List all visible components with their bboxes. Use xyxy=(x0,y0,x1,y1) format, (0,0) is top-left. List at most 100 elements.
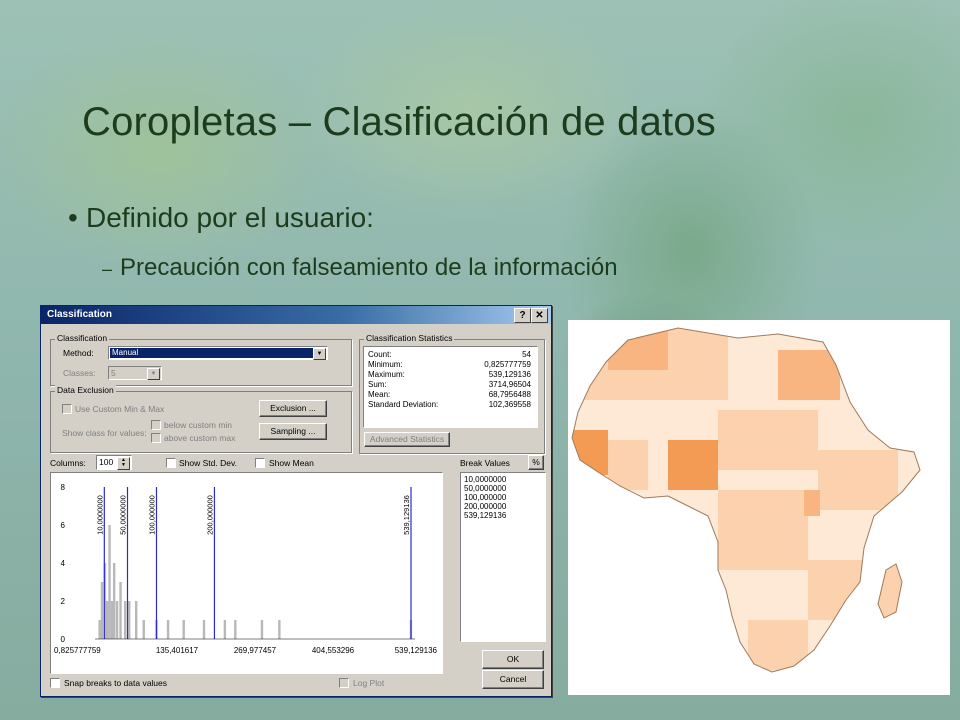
break-value-item[interactable]: 50,0000000 xyxy=(461,484,545,493)
custom-minmax-checkbox[interactable] xyxy=(62,404,72,414)
histogram-chart[interactable]: 0 2 4 6 8 10,0000000 50,0000000 100,000000 200,0… xyxy=(51,473,442,673)
columns-spinner[interactable]: 100 ▲ ▼ xyxy=(96,455,132,470)
advanced-statistics-button[interactable]: Advanced Statistics xyxy=(364,432,450,447)
region-sahel xyxy=(718,410,818,470)
show-std-label: Show Std. Dev. xyxy=(179,458,237,468)
log-plot-checkbox[interactable] xyxy=(339,678,349,688)
snap-breaks-label: Snap breaks to data values xyxy=(64,678,168,688)
show-class-label: Show class for values: xyxy=(62,428,147,438)
histogram-bar xyxy=(119,582,122,639)
break-value-item[interactable]: 100,000000 xyxy=(461,493,545,502)
break-line-label: 50,0000000 xyxy=(119,495,128,535)
y-tick-label: 0 xyxy=(61,635,66,644)
subbullet-caution: – Precaución con falseamiento de la infor… xyxy=(102,254,618,282)
exclusion-button[interactable]: Exclusion ... xyxy=(259,400,327,417)
break-line-label: 539,129136 xyxy=(402,495,411,535)
method-value: Manual xyxy=(110,348,313,358)
x-tick-label: 269,977457 xyxy=(234,646,277,655)
classification-group-label: Classification xyxy=(55,333,110,343)
show-mean-checkbox[interactable] xyxy=(255,458,265,468)
statistics-box: Count: 54 Minimum: 0,825777759 Maximum: 539… xyxy=(363,346,538,428)
x-tick-label: 539,129136 xyxy=(395,646,438,655)
stat-mean: Mean: 68,7956488 xyxy=(368,390,531,399)
break-values-label: Break Values xyxy=(460,458,510,468)
cancel-button[interactable]: Cancel xyxy=(482,670,544,689)
classes-value: 5 xyxy=(111,368,116,378)
break-value-item[interactable]: 10,0000000 xyxy=(461,475,545,484)
statistics-group-label: Classification Statistics xyxy=(364,333,455,343)
histogram-bar xyxy=(223,620,227,639)
classification-dialog: Classification ? ✕ Classification Method… xyxy=(40,305,552,697)
y-tick-label: 4 xyxy=(61,559,66,568)
region-central xyxy=(718,490,808,570)
classes-select[interactable]: 5 ▼ xyxy=(108,366,162,380)
spin-arrows-icon[interactable]: ▲ ▼ xyxy=(117,457,130,470)
histogram-bar xyxy=(142,620,145,639)
subbullet-text: Precaución con falseamiento de la inform… xyxy=(120,254,618,281)
show-std-checkbox[interactable] xyxy=(166,458,176,468)
break-line-label: 200,000000 xyxy=(205,495,214,535)
histogram-bar xyxy=(110,601,114,639)
stat-maximum: Maximum: 539,129136 xyxy=(368,370,531,379)
y-tick-label: 6 xyxy=(61,521,66,530)
y-tick-label: 2 xyxy=(61,597,66,606)
break-line-label: 10,0000000 xyxy=(95,495,104,535)
above-max-checkbox[interactable] xyxy=(151,433,161,443)
method-label: Method: xyxy=(63,348,94,358)
data-exclusion-label: Data Exclusion xyxy=(55,385,116,395)
histogram-bar xyxy=(134,601,138,639)
region-horn xyxy=(818,450,898,510)
histogram-bar xyxy=(260,620,264,639)
break-line-label: 100,000000 xyxy=(147,495,156,535)
snap-breaks-checkbox[interactable] xyxy=(50,678,60,688)
histogram-panel[interactable]: 0 2 4 6 8 10,0000000 50,0000000 100,000000 200,0… xyxy=(50,472,443,674)
above-max-label: above custom max xyxy=(164,433,236,443)
show-mean-label: Show Mean xyxy=(269,458,314,468)
histogram-bar xyxy=(108,525,111,639)
country-uganda xyxy=(804,490,820,516)
columns-value: 100 xyxy=(99,457,114,467)
dialog-titlebar: Classification ? ✕ xyxy=(41,306,551,324)
country-egypt xyxy=(778,350,840,400)
below-min-checkbox[interactable] xyxy=(151,420,161,430)
ok-button[interactable]: OK xyxy=(482,650,544,669)
bullet-text: Definido por el usuario: xyxy=(86,202,374,233)
x-tick-label: 404,553296 xyxy=(312,646,355,655)
columns-label: Columns: xyxy=(50,458,86,468)
stat-sum: Sum: 3714,96504 xyxy=(368,380,531,389)
country-guinea xyxy=(572,430,608,475)
africa-choropleth-map xyxy=(568,320,950,695)
histogram-bar xyxy=(112,563,116,639)
percent-button[interactable]: % xyxy=(528,455,544,470)
method-select[interactable]: Manual ▼ xyxy=(108,346,328,360)
histogram-bar xyxy=(98,620,101,639)
histogram-bar xyxy=(278,620,281,639)
bullet-dot-icon: • xyxy=(68,202,78,233)
x-tick-label: 135,401617 xyxy=(156,646,199,655)
custom-minmax-label: Use Custom Min & Max xyxy=(75,404,165,414)
x-tick-label: 0,825777759 xyxy=(54,646,101,655)
histogram-bar xyxy=(106,601,109,639)
africa-map-svg xyxy=(571,327,921,673)
below-min-label: below custom min xyxy=(164,420,233,430)
histogram-bar xyxy=(100,582,104,639)
break-value-item[interactable]: 539,129136 xyxy=(461,511,545,520)
break-value-item[interactable]: 200,000000 xyxy=(461,502,545,511)
histogram-bar xyxy=(202,620,206,639)
bullet-user-defined: • Definido por el usuario: xyxy=(68,202,374,234)
histogram-bar xyxy=(123,601,127,639)
close-button[interactable]: ✕ xyxy=(531,308,548,323)
histogram-bar xyxy=(115,601,119,639)
sampling-button[interactable]: Sampling ... xyxy=(259,423,327,440)
country-algeria xyxy=(608,330,668,370)
histogram-bar xyxy=(166,620,170,639)
classes-chevron-down-icon[interactable]: ▼ xyxy=(147,368,160,380)
histogram-bar xyxy=(128,601,131,639)
help-button[interactable]: ? xyxy=(514,308,531,323)
break-values-list[interactable]: 10,0000000 50,0000000 100,000000 200,000… xyxy=(460,472,546,642)
histogram-bar xyxy=(234,620,237,639)
y-tick-label: 8 xyxy=(61,483,66,492)
chevron-down-icon[interactable]: ▼ xyxy=(313,348,326,360)
classes-label: Classes: xyxy=(63,368,96,378)
slide-title: Coropletas – Clasificación de datos xyxy=(82,100,717,144)
